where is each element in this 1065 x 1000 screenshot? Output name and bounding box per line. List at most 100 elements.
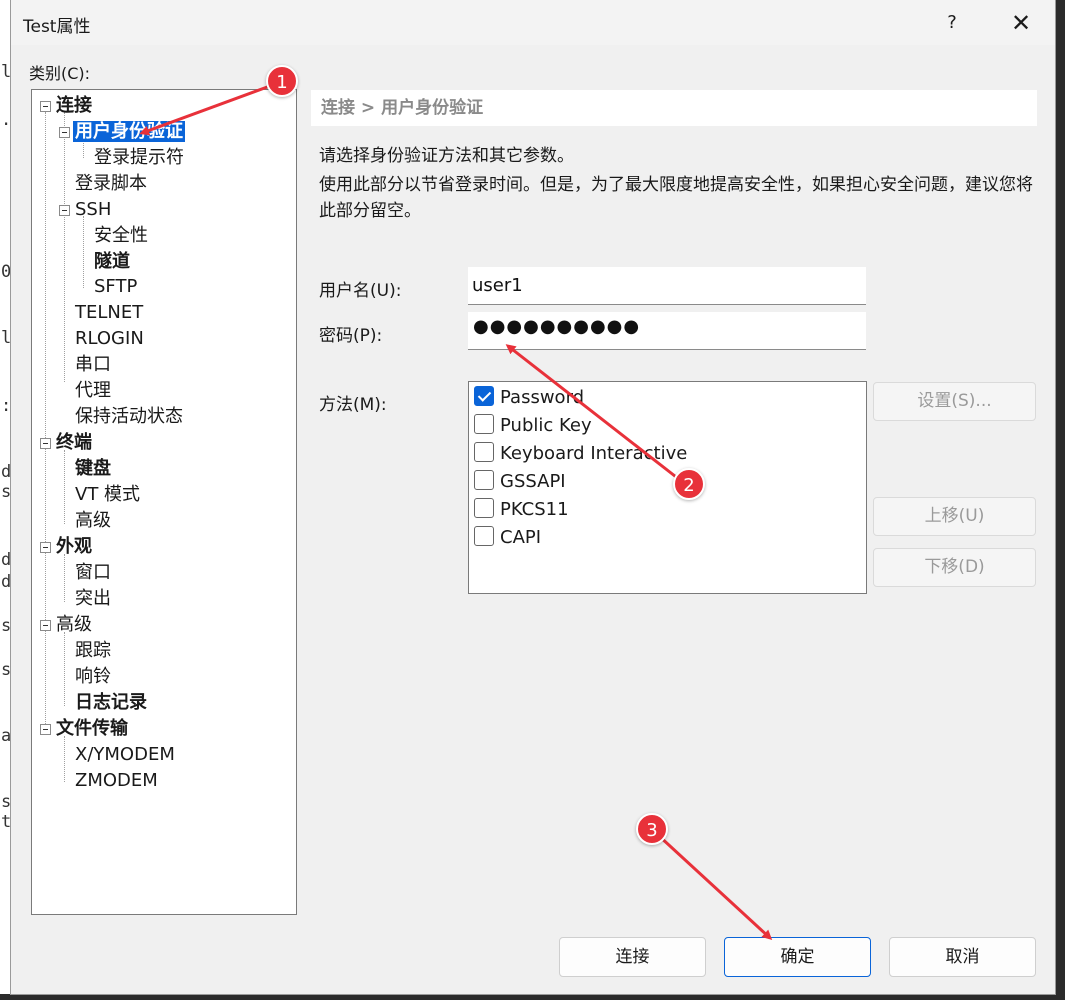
tree-item-advanced[interactable]: 高级	[38, 613, 94, 637]
tree-item-ssh[interactable]: SSH	[57, 198, 113, 222]
tree-item-label: 键盘	[75, 458, 111, 479]
collapse-icon[interactable]	[40, 542, 51, 553]
tree-item-authentication[interactable]: 用户身份验证	[57, 120, 185, 144]
tree-item-vt-modes[interactable]: VT 模式	[73, 483, 142, 507]
properties-dialog: Test属性 ? ✕ 类别(C): 连接 用户身份验证 登录提示符 登录脚本 S…	[10, 0, 1056, 995]
tree-line	[64, 450, 65, 524]
checkbox-icon[interactable]	[474, 414, 494, 434]
tree-line	[45, 112, 46, 732]
tree-item-serial[interactable]: 串口	[73, 353, 113, 377]
username-input[interactable]	[468, 267, 866, 305]
tree-item-label: 响铃	[75, 666, 111, 687]
method-item-label: CAPI	[500, 527, 542, 548]
tree-item-bell[interactable]: 响铃	[73, 665, 113, 689]
connect-button[interactable]: 连接	[559, 937, 706, 977]
close-button[interactable]: ✕	[1003, 8, 1039, 38]
tree-line	[64, 632, 65, 706]
method-item-label: Public Key	[500, 415, 592, 436]
tree-item-appearance[interactable]: 外观	[38, 535, 94, 559]
password-input[interactable]: ●●●●●●●●●●	[468, 312, 866, 350]
tree-item-login-script[interactable]: 登录脚本	[73, 172, 149, 196]
category-tree[interactable]: 连接 用户身份验证 登录提示符 登录脚本 SSH 安全性 隧道 SFTP TEL…	[31, 89, 297, 915]
method-item-password[interactable]: Password	[474, 386, 584, 410]
tree-line	[64, 112, 65, 382]
tree-item-label: VT 模式	[75, 484, 141, 505]
tree-item-terminal[interactable]: 终端	[38, 431, 94, 455]
annotation-marker-2: 2	[673, 468, 705, 500]
method-item-label: PKCS11	[500, 499, 569, 520]
tree-item-keep-alive[interactable]: 保持活动状态	[73, 405, 185, 429]
tree-item-tunneling[interactable]: 隧道	[92, 250, 132, 274]
tree-item-label: SSH	[75, 199, 112, 220]
checkbox-icon[interactable]	[474, 498, 494, 518]
collapse-icon[interactable]	[40, 620, 51, 631]
cancel-button[interactable]: 取消	[889, 937, 1036, 977]
tree-item-label: 保持活动状态	[75, 406, 183, 427]
tree-item-label: 登录脚本	[75, 173, 147, 194]
tree-item-label: 隧道	[94, 251, 130, 272]
tree-item-xymodem[interactable]: X/YMODEM	[73, 743, 177, 767]
tree-item-label: 连接	[56, 95, 92, 116]
tree-item-label: 窗口	[75, 562, 111, 583]
tree-item-login-prompts[interactable]: 登录提示符	[92, 146, 186, 170]
tree-item-sftp[interactable]: SFTP	[92, 275, 139, 299]
annotation-marker-3: 3	[636, 813, 668, 845]
method-item-keyboard-interactive[interactable]: Keyboard Interactive	[474, 442, 687, 466]
title-bar: Test属性 ? ✕	[11, 0, 1055, 45]
tree-line	[83, 216, 84, 288]
collapse-icon[interactable]	[40, 438, 51, 449]
password-label: 密码(P):	[319, 326, 383, 346]
annotation-marker-1: 1	[266, 65, 298, 97]
method-label: 方法(M):	[319, 395, 387, 415]
collapse-icon[interactable]	[59, 127, 70, 138]
ok-button[interactable]: 确定	[724, 937, 871, 977]
checkbox-checked-icon[interactable]	[474, 386, 494, 406]
help-button[interactable]: ?	[937, 8, 967, 38]
tree-item-label: 登录提示符	[94, 147, 184, 168]
collapse-icon[interactable]	[40, 724, 51, 735]
password-mask: ●●●●●●●●●●	[473, 316, 641, 337]
tree-item-terminal-advanced[interactable]: 高级	[73, 509, 113, 533]
tree-item-label: 代理	[75, 380, 111, 401]
tree-item-security[interactable]: 安全性	[92, 224, 150, 248]
method-item-gssapi[interactable]: GSSAPI	[474, 470, 566, 494]
collapse-icon[interactable]	[59, 205, 70, 216]
window-title: Test属性	[23, 17, 91, 37]
tree-item-label: 安全性	[94, 225, 148, 246]
tree-item-keyboard[interactable]: 键盘	[73, 457, 113, 481]
tree-item-label: 日志记录	[75, 692, 147, 713]
tree-line	[64, 736, 65, 782]
tree-item-trace[interactable]: 跟踪	[73, 639, 113, 663]
username-label: 用户名(U):	[319, 281, 402, 301]
checkbox-icon[interactable]	[474, 526, 494, 546]
settings-button[interactable]: 设置(S)...	[873, 382, 1036, 421]
tree-item-label: 高级	[75, 510, 111, 531]
tree-item-highlight[interactable]: 突出	[73, 587, 113, 611]
tree-item-logging[interactable]: 日志记录	[73, 691, 149, 715]
tree-item-label: TELNET	[75, 302, 144, 323]
method-item-label: Password	[500, 387, 585, 408]
category-label: 类别(C):	[29, 64, 91, 83]
tree-item-label: 终端	[56, 432, 92, 453]
description-text: 请选择身份验证方法和其它参数。	[319, 146, 574, 166]
checkbox-icon[interactable]	[474, 442, 494, 462]
tree-item-file-transfer[interactable]: 文件传输	[38, 717, 130, 741]
method-item-capi[interactable]: CAPI	[474, 526, 541, 550]
method-item-public-key[interactable]: Public Key	[474, 414, 592, 438]
tree-item-proxy[interactable]: 代理	[73, 379, 113, 403]
tree-item-zmodem[interactable]: ZMODEM	[73, 769, 160, 793]
move-up-button[interactable]: 上移(U)	[873, 497, 1036, 536]
tree-item-telnet[interactable]: TELNET	[73, 301, 145, 325]
tree-item-window[interactable]: 窗口	[73, 561, 113, 585]
tree-item-label: SFTP	[94, 276, 138, 297]
move-down-button[interactable]: 下移(D)	[873, 548, 1036, 587]
method-item-label: GSSAPI	[500, 471, 566, 492]
checkbox-icon[interactable]	[474, 470, 494, 490]
method-list[interactable]: Password Public Key Keyboard Interactive…	[468, 381, 867, 594]
collapse-icon[interactable]	[40, 101, 51, 112]
tree-item-label: 文件传输	[56, 718, 128, 739]
tree-item-rlogin[interactable]: RLOGIN	[73, 327, 146, 351]
tree-item-connection[interactable]: 连接	[38, 94, 94, 118]
method-item-pkcs11[interactable]: PKCS11	[474, 498, 569, 522]
tree-item-label: ZMODEM	[75, 770, 158, 791]
